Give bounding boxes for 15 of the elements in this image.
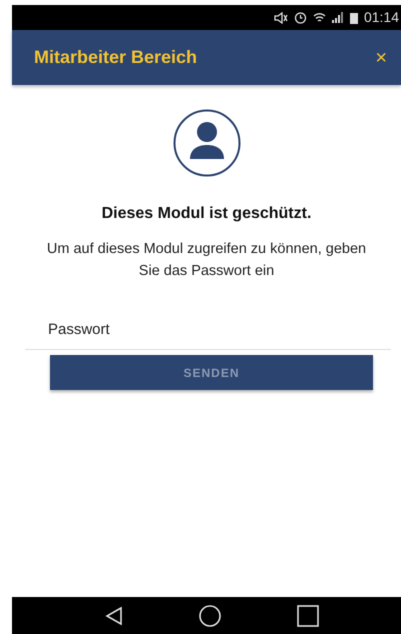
- status-time: 01:14: [364, 8, 399, 27]
- signal-icon: [332, 12, 344, 23]
- password-field[interactable]: Passwort: [25, 310, 391, 350]
- back-icon[interactable]: [104, 606, 122, 626]
- mute-icon: [274, 12, 288, 24]
- info-message: Um auf dieses Modul zugreifen zu können, geben Sie das Passwort ein: [46, 240, 366, 281]
- alarm-icon: [294, 11, 307, 24]
- protected-title: Dieses Modul ist geschützt.: [102, 204, 312, 224]
- user-avatar-icon: [172, 109, 240, 177]
- close-button[interactable]: ×: [375, 48, 387, 68]
- header-title: Mitarbeiter Bereich: [34, 46, 198, 69]
- battery-icon: [350, 12, 358, 24]
- home-icon[interactable]: [198, 604, 220, 626]
- wifi-icon: [312, 12, 326, 23]
- recents-icon[interactable]: [296, 604, 318, 626]
